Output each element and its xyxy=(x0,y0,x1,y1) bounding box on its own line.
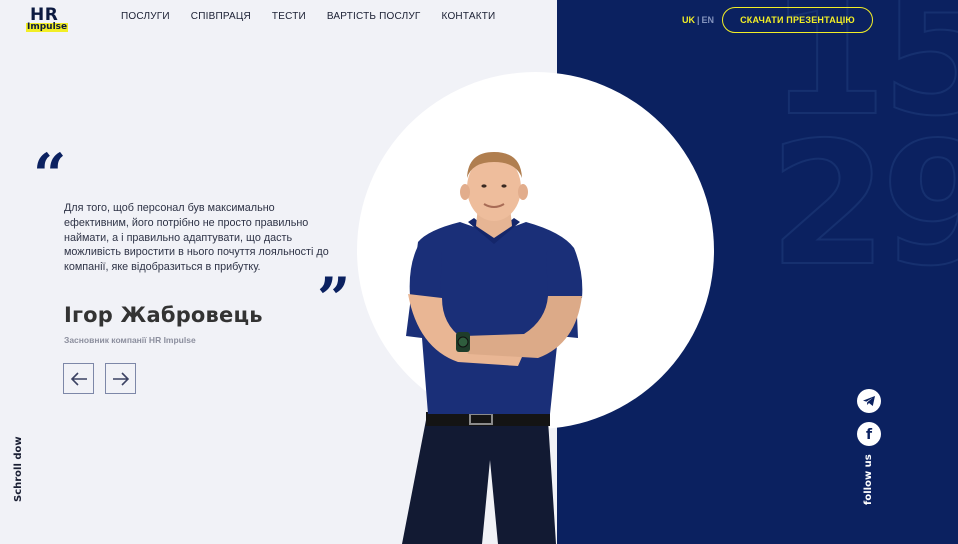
quote-close-mark: ” xyxy=(317,265,351,333)
nav-item-services[interactable]: ПОСЛУГИ xyxy=(121,11,170,22)
telegram-link[interactable] xyxy=(857,389,881,413)
slider-prev-button[interactable] xyxy=(63,363,94,394)
quote-open-mark: “ xyxy=(33,141,67,209)
founder-portrait xyxy=(402,152,583,544)
nav-item-pricing[interactable]: ВАРТІСТЬ ПОСЛУГ xyxy=(327,11,421,22)
author-name: Ігор Жабровець xyxy=(64,303,263,327)
quote-text: Для того, щоб персонал був максимально е… xyxy=(64,202,329,274)
logo[interactable]: HR Impulse xyxy=(24,5,70,34)
facebook-icon: f xyxy=(865,426,873,443)
logo-impulse-text: Impulse xyxy=(27,22,68,32)
arrow-left-icon xyxy=(70,371,87,386)
nav-item-contacts[interactable]: КОНТАКТИ xyxy=(442,11,496,22)
slider-next-button[interactable] xyxy=(105,363,136,394)
main-nav: ПОСЛУГИ СПІВПРАЦЯ ТЕСТИ ВАРТІСТЬ ПОСЛУГ … xyxy=(121,11,516,22)
arrow-right-icon xyxy=(112,371,129,386)
lang-separator: | xyxy=(697,15,700,25)
language-switcher: UK | EN xyxy=(682,15,714,25)
watermark-graphic: 15 29 xyxy=(768,0,958,304)
follow-us-label: follow us xyxy=(863,454,874,505)
lang-en[interactable]: EN xyxy=(702,15,715,25)
nav-item-cooperation[interactable]: СПІВПРАЦЯ xyxy=(191,11,251,22)
lang-uk[interactable]: UK xyxy=(682,15,695,25)
download-presentation-button[interactable]: СКАЧАТИ ПРЕЗЕНТАЦІЮ xyxy=(722,7,873,33)
scroll-down-hint[interactable]: Schroll dow xyxy=(13,436,24,502)
nav-item-tests[interactable]: ТЕСТИ xyxy=(272,11,306,22)
telegram-icon xyxy=(863,396,875,406)
facebook-link[interactable]: f xyxy=(857,422,881,446)
author-role: Засновник компанії HR Impulse xyxy=(64,335,196,345)
